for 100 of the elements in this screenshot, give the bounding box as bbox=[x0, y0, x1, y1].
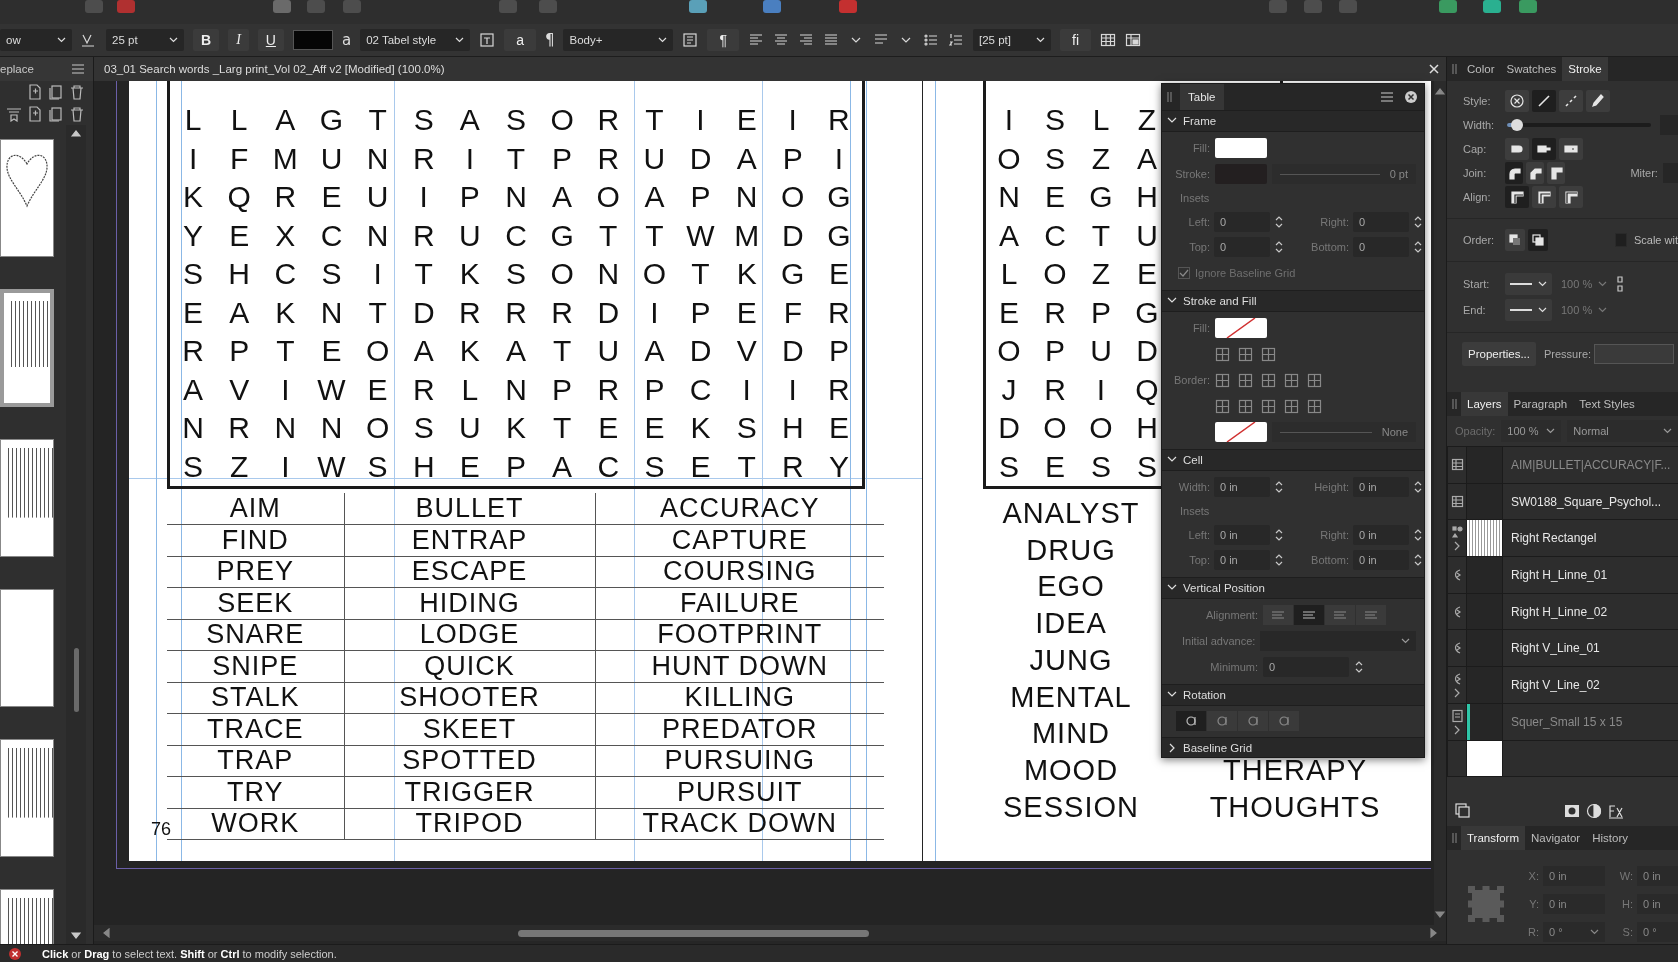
number-dropdown[interactable]: 0 ° bbox=[1543, 922, 1605, 942]
layer-row[interactable] bbox=[1447, 740, 1678, 778]
underline-button[interactable]: U bbox=[257, 29, 284, 51]
toolbar-icon[interactable] bbox=[1482, 0, 1502, 14]
scroll-left-icon[interactable] bbox=[102, 928, 110, 938]
panel-tab[interactable]: Navigator bbox=[1525, 826, 1587, 850]
option-button[interactable] bbox=[1547, 162, 1566, 184]
toolbar-icon[interactable] bbox=[1438, 0, 1458, 14]
panel-tab[interactable]: Layers bbox=[1461, 392, 1508, 416]
toolbar-button[interactable]: ¶ bbox=[707, 29, 739, 51]
add-page-icon[interactable] bbox=[27, 84, 43, 100]
number-field[interactable]: 0 in bbox=[1637, 894, 1678, 914]
number-field[interactable]: 0 in bbox=[1543, 894, 1605, 914]
section-header[interactable]: Cell bbox=[1162, 449, 1424, 471]
dropdown[interactable]: [25 pt] bbox=[973, 29, 1051, 51]
close-icon[interactable] bbox=[1428, 63, 1440, 75]
page-thumbnail[interactable] bbox=[0, 739, 54, 857]
bold-button[interactable]: B bbox=[193, 29, 220, 51]
spinner-icon[interactable] bbox=[1274, 240, 1284, 254]
layer-row[interactable]: Right Rectangel bbox=[1447, 520, 1678, 558]
align-right-icon[interactable] bbox=[798, 32, 814, 48]
number-field[interactable]: 0 bbox=[1214, 212, 1270, 232]
align-left-icon[interactable] bbox=[748, 32, 764, 48]
number-field[interactable]: 0 bbox=[1353, 237, 1409, 257]
slider-thumb[interactable] bbox=[1511, 119, 1524, 131]
toolbar-button[interactable]: a bbox=[504, 29, 536, 51]
link-icon[interactable] bbox=[1616, 276, 1624, 292]
none-swatch-icon[interactable] bbox=[1215, 318, 1267, 338]
layer-row[interactable]: Right V_Line_01 bbox=[1447, 630, 1678, 668]
option-button[interactable] bbox=[1528, 229, 1548, 251]
table-icon[interactable] bbox=[1100, 32, 1116, 48]
scroll-up-icon[interactable] bbox=[1435, 87, 1445, 95]
dropdown[interactable]: 02 Tabel style bbox=[360, 29, 471, 51]
border-grid-icon[interactable] bbox=[1215, 372, 1230, 388]
option-button[interactable] bbox=[1505, 138, 1529, 160]
option-button[interactable] bbox=[1505, 162, 1524, 184]
page-thumbnail[interactable] bbox=[0, 439, 54, 557]
stroke-width-field[interactable]: 0 pt bbox=[1272, 164, 1416, 184]
numbering-icon[interactable] bbox=[948, 32, 964, 48]
bullets-icon[interactable] bbox=[923, 32, 939, 48]
dropdown[interactable]: ow bbox=[0, 29, 72, 51]
layer-row[interactable]: Right V_Line_02 bbox=[1447, 667, 1678, 704]
justify-icon[interactable] bbox=[823, 32, 839, 48]
toolbar-icon[interactable] bbox=[762, 0, 782, 14]
grip-icon[interactable] bbox=[1450, 62, 1458, 76]
border-grid-icon[interactable] bbox=[1307, 398, 1322, 414]
spinner-icon[interactable] bbox=[1354, 660, 1364, 674]
color-swatch[interactable] bbox=[292, 30, 333, 50]
chevron-icon[interactable] bbox=[1167, 743, 1177, 753]
mask-icon[interactable] bbox=[1564, 803, 1580, 819]
border-grid-icon[interactable] bbox=[1238, 372, 1253, 388]
page-thumbnail[interactable] bbox=[0, 289, 54, 407]
panel-title[interactable]: eplace bbox=[0, 63, 34, 75]
none-swatch-icon[interactable] bbox=[1215, 422, 1267, 442]
adjustment-icon[interactable] bbox=[1586, 803, 1602, 819]
panel-tab[interactable]: Color bbox=[1461, 57, 1501, 81]
number-field[interactable]: 0 in bbox=[1543, 866, 1605, 886]
panel-tab[interactable]: Text Styles bbox=[1573, 392, 1641, 416]
option-button[interactable] bbox=[1505, 229, 1525, 251]
spinner-icon[interactable] bbox=[1413, 480, 1423, 494]
number-field[interactable]: 0 in bbox=[1353, 525, 1409, 545]
number-field[interactable]: 0 in bbox=[1214, 525, 1270, 545]
number-field[interactable]: 0 ° bbox=[1637, 922, 1678, 942]
opacity-dropdown[interactable]: 100 % bbox=[1501, 420, 1562, 442]
option-button[interactable] bbox=[1505, 186, 1529, 208]
fill-swatch[interactable] bbox=[1215, 138, 1267, 158]
menu-icon[interactable] bbox=[71, 63, 85, 75]
option-button[interactable] bbox=[1586, 90, 1610, 112]
tracking-icon[interactable] bbox=[81, 32, 97, 48]
option-button[interactable] bbox=[1526, 162, 1545, 184]
scroll-right-icon[interactable] bbox=[1430, 928, 1438, 938]
expand-icon[interactable] bbox=[1453, 541, 1461, 552]
menu-icon[interactable] bbox=[1380, 91, 1394, 103]
layer-row[interactable]: Right H_Linne_02 bbox=[1447, 593, 1678, 631]
table-format-icon[interactable] bbox=[1125, 32, 1141, 48]
duplicate-icon[interactable] bbox=[48, 84, 64, 100]
border-grid-icon[interactable] bbox=[1238, 346, 1253, 362]
grip-icon[interactable] bbox=[1450, 397, 1458, 411]
arrowhead-dropdown[interactable] bbox=[1505, 273, 1552, 295]
spinner-icon[interactable] bbox=[1274, 528, 1284, 542]
character-glyph[interactable]: a bbox=[341, 31, 352, 49]
add-page-icon[interactable] bbox=[27, 106, 43, 122]
close-icon[interactable] bbox=[1404, 90, 1418, 104]
spinner-icon[interactable] bbox=[1413, 553, 1423, 567]
option-button[interactable] bbox=[1559, 138, 1583, 160]
number-field[interactable]: 0 bbox=[1263, 657, 1349, 677]
border-grid-icon[interactable] bbox=[1284, 398, 1299, 414]
page-thumbnail[interactable] bbox=[0, 589, 54, 707]
layer-row[interactable]: Right H_Linne_01 bbox=[1447, 557, 1678, 594]
layer-row[interactable]: AIM|BULLET|ACCURACY|F... bbox=[1447, 447, 1678, 484]
document-tab[interactable]: 03_01 Search words _Larg print_Vol 02_Aff v2 [Modified] (100.0%) bbox=[94, 57, 1446, 81]
number-field[interactable]: 0 in bbox=[1214, 477, 1270, 497]
toolbar-icon[interactable] bbox=[838, 0, 858, 14]
align-center-icon[interactable] bbox=[773, 32, 789, 48]
panel-tab[interactable]: Swatches bbox=[1500, 57, 1563, 81]
panel-tab[interactable]: Transform bbox=[1461, 826, 1525, 850]
grip-icon[interactable] bbox=[1450, 831, 1458, 845]
text-frame-icon[interactable] bbox=[479, 32, 496, 48]
section-header[interactable]: Baseline Grid bbox=[1162, 737, 1424, 757]
border-grid-icon[interactable] bbox=[1215, 398, 1230, 414]
